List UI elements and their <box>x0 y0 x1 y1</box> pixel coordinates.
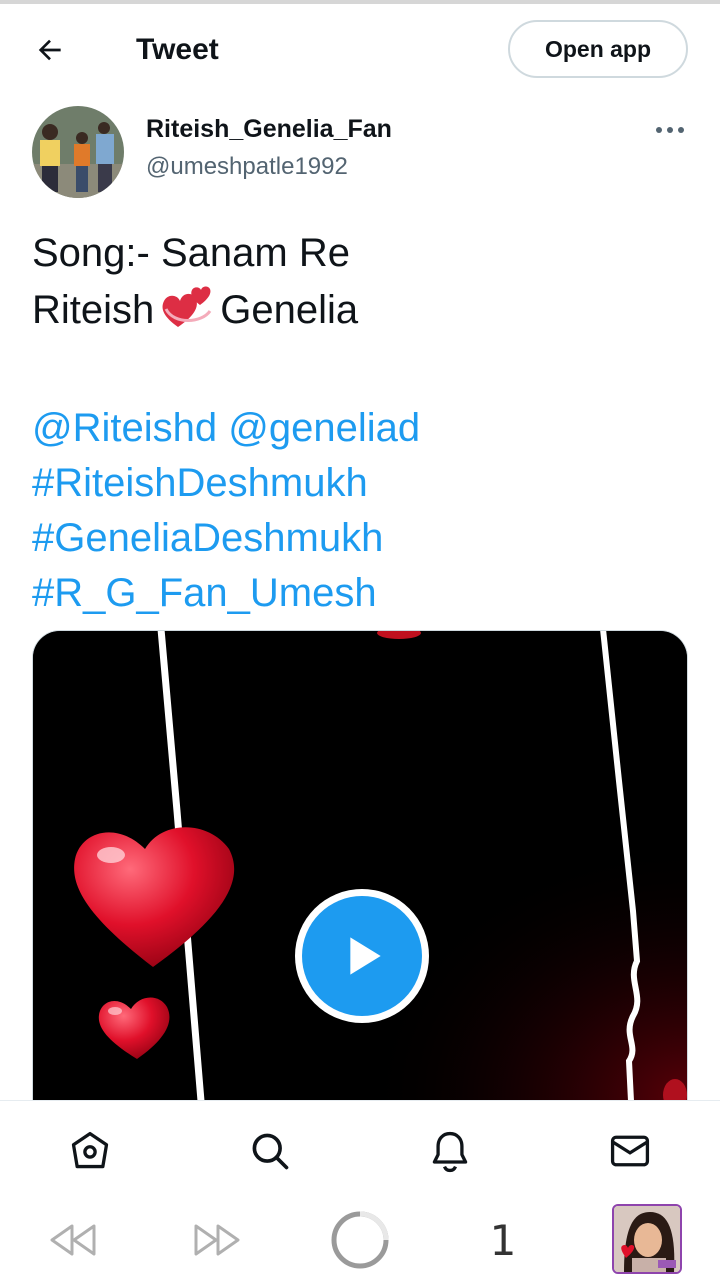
hashtag-link-riteishdeshmukh[interactable]: #RiteishDeshmukh <box>32 456 692 511</box>
author-handle[interactable]: @umeshpatle1992 <box>146 152 348 182</box>
tab-count: 1 <box>489 1215 517 1265</box>
messages-mail-icon <box>610 1135 650 1167</box>
fast-forward-icon <box>194 1224 240 1256</box>
tweet-word-riteish: Riteish <box>32 288 155 332</box>
mention-link-geneliad[interactable]: @geneliad <box>228 406 420 450</box>
search-icon <box>252 1133 289 1170</box>
back-button[interactable] <box>30 30 70 70</box>
profile-thumbnail-image <box>614 1206 680 1272</box>
nav-home-button[interactable] <box>66 1127 114 1175</box>
hashtag-link-rg-fan-umesh[interactable]: #R_G_Fan_Umesh <box>32 566 692 621</box>
nav-search-button[interactable] <box>246 1127 294 1175</box>
hashtag-link-geneliadeshmukh[interactable]: #GeneliaDeshmukh <box>32 511 692 566</box>
avatar-photo <box>32 106 124 198</box>
tweet-mentions-line: @Riteishd @geneliad <box>32 401 692 456</box>
loading-reload-button[interactable] <box>328 1210 392 1270</box>
mention-link-riteishd[interactable]: @Riteishd <box>32 406 217 450</box>
play-circle <box>302 896 422 1016</box>
system-navigation-bar: 1 <box>0 1200 720 1280</box>
more-options-button[interactable] <box>650 116 690 144</box>
tweet-body: Song:- Sanam Re Riteish Genelia @Riteish… <box>32 226 692 621</box>
page-title: Tweet <box>136 33 219 66</box>
loading-spinner-icon <box>331 1211 389 1269</box>
tab-count-button[interactable]: 1 <box>478 1210 528 1270</box>
browser-back-button[interactable] <box>40 1210 104 1270</box>
tweet-line-2: Riteish Genelia <box>32 281 692 346</box>
nav-notifications-button[interactable] <box>426 1127 474 1175</box>
bottom-navigation <box>0 1100 720 1201</box>
tweet-video-media[interactable] <box>32 630 688 1150</box>
notifications-bell-icon <box>432 1131 468 1173</box>
open-app-button[interactable]: Open app <box>508 20 688 78</box>
arrow-left-icon <box>38 39 61 61</box>
profile-thumbnail-button[interactable] <box>612 1204 682 1274</box>
revolving-hearts-emoji-icon <box>160 281 214 346</box>
nav-messages-button[interactable] <box>606 1127 654 1175</box>
play-icon <box>350 937 381 975</box>
author-display-name[interactable]: Riteish_Genelia_Fan <box>146 114 392 144</box>
author-avatar[interactable] <box>32 106 124 198</box>
home-icon <box>71 1131 109 1169</box>
rewind-back-icon <box>50 1224 96 1256</box>
more-dots-icon <box>656 127 684 133</box>
tweet-header: Tweet Open app <box>0 4 720 94</box>
tweet-word-genelia: Genelia <box>220 288 359 332</box>
browser-forward-button[interactable] <box>186 1210 250 1270</box>
tweet-line-1: Song:- Sanam Re <box>32 231 350 275</box>
play-video-button[interactable] <box>295 889 429 1023</box>
